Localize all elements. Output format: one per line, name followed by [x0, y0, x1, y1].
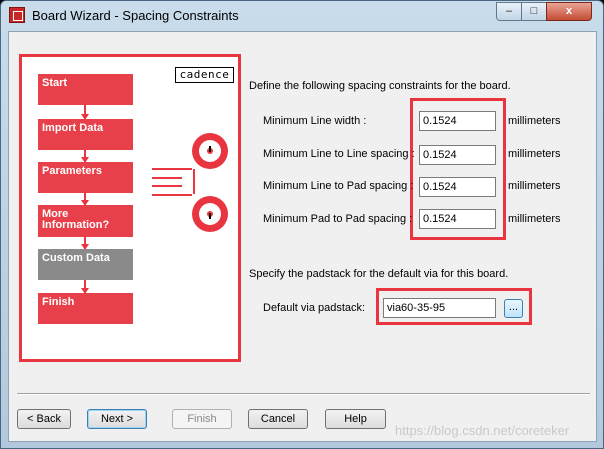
wizard-steps-panel: cadence Start Import Data Parameters Mor… — [19, 54, 241, 362]
min-line-width-label: Minimum Line width : — [263, 115, 367, 127]
min-line-to-pad-input[interactable]: 0.1524 — [419, 177, 496, 197]
spacing-line-icon — [152, 194, 192, 196]
step-arrow-icon — [81, 237, 89, 250]
spacing-arrow-icon — [152, 185, 182, 187]
min-line-to-pad-label: Minimum Line to Pad spacing : — [263, 180, 414, 192]
min-pad-to-pad-label: Minimum Pad to Pad spacing : — [263, 213, 413, 225]
step-arrow-icon — [81, 105, 89, 120]
title-bar[interactable]: Board Wizard - Spacing Constraints – □ x — [1, 1, 603, 29]
min-line-to-line-input[interactable]: 0.1524 — [419, 145, 496, 165]
watermark-text: https://blog.csdn.net/coreteker — [395, 423, 570, 438]
step-start: Start — [38, 74, 133, 105]
min-line-to-pad-unit: millimeters — [508, 180, 561, 192]
min-line-to-line-label: Minimum Line to Line spacing : — [263, 148, 415, 160]
help-button[interactable]: Help — [325, 409, 386, 429]
minimize-button[interactable]: – — [496, 2, 522, 21]
spacing-dimension-icon — [193, 169, 195, 194]
step-more-information: More Information? — [38, 205, 133, 237]
min-pad-to-pad-input[interactable]: 0.1524 — [419, 209, 496, 229]
browse-padstack-button[interactable]: ... — [504, 299, 523, 318]
window-title: Board Wizard - Spacing Constraints — [32, 8, 239, 23]
step-arrow-icon — [81, 193, 89, 206]
min-pad-to-pad-unit: millimeters — [508, 213, 561, 225]
cadence-logo: cadence — [175, 67, 234, 83]
board-wizard-window: Board Wizard - Spacing Constraints – □ x… — [0, 0, 604, 449]
step-parameters: Parameters — [38, 162, 133, 193]
spacing-intro-text: Define the following spacing constraints… — [249, 80, 511, 92]
padstack-intro-text: Specify the padstack for the default via… — [249, 268, 509, 280]
back-button[interactable]: < Back — [17, 409, 71, 429]
default-via-padstack-input[interactable]: via60-35-95 — [383, 298, 496, 318]
step-custom-data: Custom Data — [38, 249, 133, 280]
step-arrow-icon — [81, 280, 89, 294]
cancel-button[interactable]: Cancel — [248, 409, 308, 429]
finish-button[interactable]: Finish — [172, 409, 232, 429]
pad-top-icon — [192, 133, 228, 169]
default-via-padstack-label: Default via padstack: — [263, 302, 366, 314]
next-button[interactable]: Next > — [87, 409, 147, 429]
min-line-width-unit: millimeters — [508, 115, 561, 127]
step-arrow-icon — [81, 150, 89, 163]
step-import-data: Import Data — [38, 119, 133, 150]
button-separator — [17, 393, 590, 395]
min-line-width-input[interactable]: 0.1524 — [419, 111, 496, 131]
maximize-button[interactable]: □ — [521, 2, 547, 21]
min-line-to-line-unit: millimeters — [508, 148, 561, 160]
pad-bottom-icon — [192, 196, 228, 232]
wizard-client-area: cadence Start Import Data Parameters Mor… — [8, 31, 597, 442]
step-finish: Finish — [38, 293, 133, 324]
app-icon — [9, 7, 25, 23]
spacing-arrow-icon — [152, 177, 182, 179]
close-button[interactable]: x — [546, 2, 592, 21]
spacing-line-icon — [152, 168, 192, 170]
